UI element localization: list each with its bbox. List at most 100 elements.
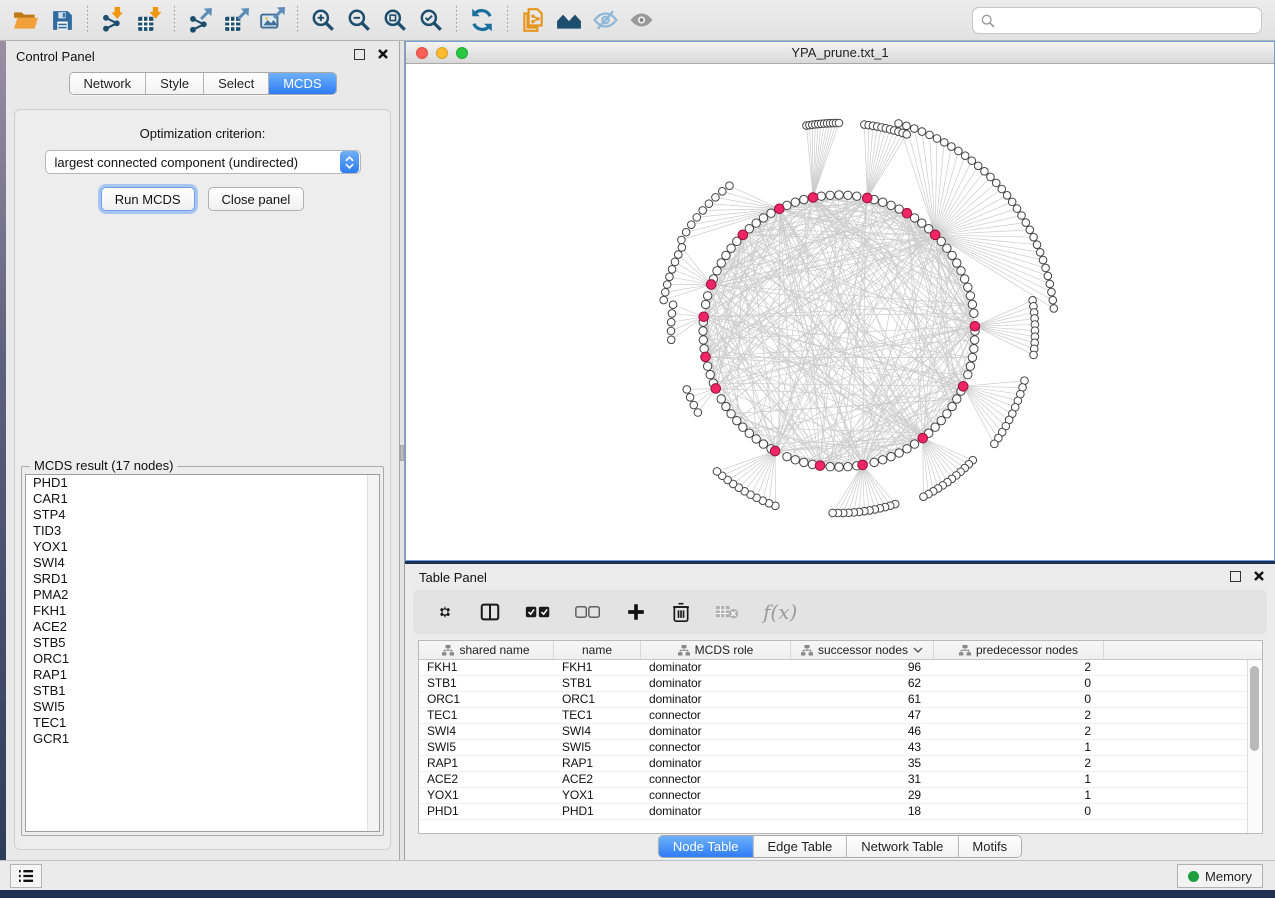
mcds-node-item[interactable]: GCR1 (26, 731, 379, 747)
close-icon[interactable] (377, 48, 389, 60)
control-panel-tabs: NetworkStyleSelectMCDS (68, 72, 336, 95)
table-row[interactable]: TEC1TEC1connector472 (419, 708, 1262, 724)
mcds-node-item[interactable]: TEC1 (26, 715, 379, 731)
import-table-button[interactable] (131, 4, 167, 36)
task-history-button[interactable] (10, 864, 42, 888)
mcds-node-item[interactable]: ACE2 (26, 619, 379, 635)
table-cell: connector (641, 708, 791, 723)
control-panel-title: Control Panel (16, 49, 95, 64)
run-mcds-button[interactable]: Run MCDS (101, 187, 195, 211)
table-scrollbar[interactable] (1247, 660, 1262, 833)
toggle-panel-layout-button[interactable] (479, 601, 501, 623)
duplicate-network-button[interactable] (515, 4, 551, 36)
table-row[interactable]: FKH1FKH1dominator962 (419, 660, 1262, 676)
delete-column-button[interactable] (671, 601, 691, 623)
table-row[interactable]: RAP1RAP1dominator352 (419, 756, 1262, 772)
open-folder-icon (13, 7, 39, 33)
memory-button[interactable]: Memory (1177, 864, 1263, 888)
mcds-tab-content: Optimization criterion: largest connecte… (14, 109, 391, 850)
splitter-grip[interactable] (400, 445, 404, 461)
export-image-button[interactable] (254, 4, 290, 36)
table-cell: 0 (934, 676, 1104, 691)
table-row[interactable]: ACE2ACE2connector311 (419, 772, 1262, 788)
column-header-MCDS-role[interactable]: MCDS role (641, 641, 791, 659)
column-header-name[interactable]: name (554, 641, 641, 659)
table-row[interactable]: STB1STB1dominator620 (419, 676, 1262, 692)
tab-style[interactable]: Style (145, 73, 203, 94)
mcds-node-item[interactable]: FKH1 (26, 603, 379, 619)
tab-network[interactable]: Network (69, 73, 145, 94)
table-cell: 62 (791, 676, 934, 691)
table-cell: 61 (791, 692, 934, 707)
mcds-node-item[interactable]: RAP1 (26, 667, 379, 683)
scrollbar-thumb[interactable] (1250, 666, 1259, 751)
mcds-node-item[interactable]: STP4 (26, 507, 379, 523)
float-window-icon[interactable] (1230, 571, 1241, 582)
table-row[interactable]: YOX1YOX1connector291 (419, 788, 1262, 804)
mcds-node-item[interactable]: ORC1 (26, 651, 379, 667)
node-table: shared namenameMCDS rolesuccessor nodesp… (418, 640, 1263, 834)
zoom-in-button[interactable] (305, 4, 341, 36)
tab-select[interactable]: Select (203, 73, 268, 94)
tab-edge-table[interactable]: Edge Table (752, 836, 846, 857)
split-columns-icon (479, 601, 501, 623)
list-scrollbar[interactable] (367, 475, 379, 831)
import-network-button[interactable] (95, 4, 131, 36)
export-table-button[interactable] (218, 4, 254, 36)
first-neighbors-button[interactable] (551, 4, 587, 36)
zoom-fit-button[interactable] (377, 4, 413, 36)
save-floppy-icon (50, 8, 75, 33)
close-icon[interactable] (1253, 570, 1265, 582)
table-cell: ACE2 (554, 772, 641, 787)
float-window-icon[interactable] (354, 49, 365, 60)
network-titlebar[interactable]: YPA_prune.txt_1 (406, 42, 1274, 64)
application-window: Control Panel NetworkStyleSelectMCDS Opt… (0, 0, 1275, 898)
mcds-node-item[interactable]: PMA2 (26, 587, 379, 603)
mcds-node-item[interactable]: STB1 (26, 683, 379, 699)
mcds-node-item[interactable]: CAR1 (26, 491, 379, 507)
zoom-selected-button[interactable] (413, 4, 449, 36)
select-all-rows-button[interactable] (525, 605, 551, 619)
mcds-node-item[interactable]: STB5 (26, 635, 379, 651)
eye-slash-icon (592, 7, 619, 33)
tab-mcds[interactable]: MCDS (268, 73, 335, 94)
shared-column-icon (801, 645, 813, 656)
column-header-predecessor-nodes[interactable]: predecessor nodes (934, 641, 1104, 659)
tab-network-table[interactable]: Network Table (846, 836, 957, 857)
desktop-edge (0, 890, 1275, 898)
criterion-value: largest connected component (undirected) (46, 155, 340, 170)
mcds-node-item[interactable]: PHD1 (26, 475, 379, 491)
mcds-node-item[interactable]: YOX1 (26, 539, 379, 555)
table-row[interactable]: ORC1ORC1dominator610 (419, 692, 1262, 708)
mcds-node-item[interactable]: TID3 (26, 523, 379, 539)
column-header-shared-name[interactable]: shared name (419, 641, 554, 659)
mcds-node-item[interactable]: SWI5 (26, 699, 379, 715)
mcds-node-item[interactable]: SWI4 (26, 555, 379, 571)
hide-selected-button[interactable] (587, 4, 623, 36)
apply-layout-button[interactable] (464, 4, 500, 36)
search-input[interactable] (996, 8, 1261, 33)
save-session-button[interactable] (44, 4, 80, 36)
column-header-successor-nodes[interactable]: successor nodes (791, 641, 934, 659)
criterion-dropdown[interactable]: largest connected component (undirected) (45, 150, 361, 174)
tab-node-table[interactable]: Node Table (659, 836, 753, 857)
tab-motifs[interactable]: Motifs (957, 836, 1021, 857)
table-row[interactable]: SWI4SWI4dominator462 (419, 724, 1262, 740)
network-graph[interactable] (406, 64, 1274, 560)
table-cell: SWI5 (419, 740, 554, 755)
export-network-button[interactable] (182, 4, 218, 36)
open-file-button[interactable] (8, 4, 44, 36)
show-all-button[interactable] (623, 4, 659, 36)
table-cell: SWI5 (554, 740, 641, 755)
zoom-out-button[interactable] (341, 4, 377, 36)
mcds-node-item[interactable]: SRD1 (26, 571, 379, 587)
close-panel-button[interactable]: Close panel (208, 187, 305, 211)
table-row[interactable]: SWI5SWI5connector431 (419, 740, 1262, 756)
table-cell: 1 (934, 788, 1104, 803)
add-column-button[interactable] (625, 601, 647, 623)
import-table-icon (136, 7, 162, 33)
table-cell: dominator (641, 660, 791, 675)
table-settings-button[interactable] (435, 602, 455, 622)
deselect-all-rows-button[interactable] (575, 605, 601, 619)
table-row[interactable]: PHD1PHD1dominator180 (419, 804, 1262, 820)
